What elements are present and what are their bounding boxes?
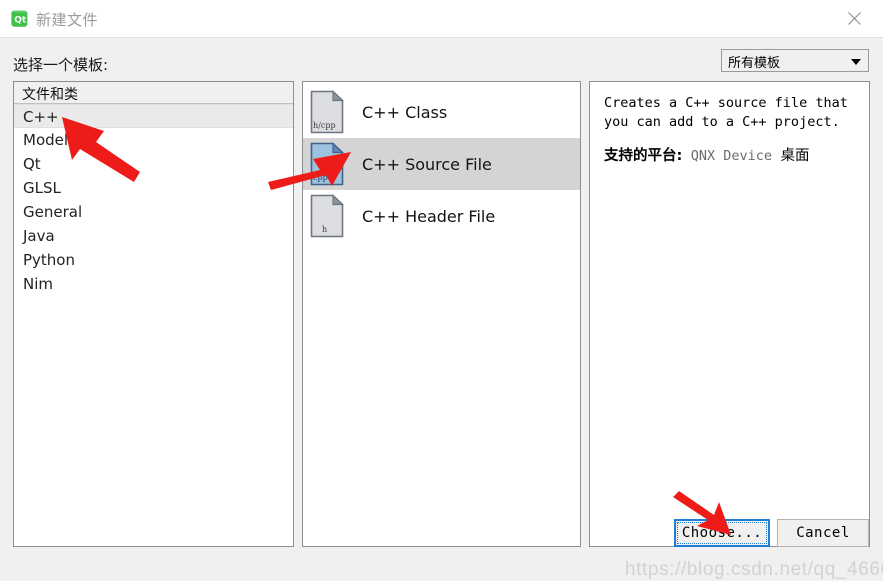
file-icon: h/cpp xyxy=(310,90,344,134)
qt-logo-icon: Qt xyxy=(11,10,28,27)
list-item-cpp-class[interactable]: h/cpp C++ Class xyxy=(303,86,580,138)
window-titlebar: Qt 新建文件 xyxy=(0,0,883,38)
watermark: https://blog.csdn.net/qq_46666395 xyxy=(625,559,883,580)
supported-platforms-row: 支持的平台: QNX Device 桌面 xyxy=(604,146,857,166)
page-title: 选择一个模板: xyxy=(13,56,109,74)
categories-list[interactable]: C++ Modeling Qt GLSL General Java Python… xyxy=(14,104,293,546)
cancel-button[interactable]: Cancel xyxy=(777,519,869,547)
close-icon[interactable] xyxy=(825,0,883,37)
templates-panel: h/cpp C++ Class cpp C++ Source File h C+… xyxy=(302,81,581,547)
description-text: Creates a C++ source file that you can a… xyxy=(604,95,848,130)
file-icon-label: h xyxy=(322,225,327,234)
sidebar-item-qt[interactable]: Qt xyxy=(14,152,293,176)
sidebar-item-cpp[interactable]: C++ xyxy=(14,104,293,128)
list-item-label: C++ Source File xyxy=(362,154,492,174)
svg-text:Qt: Qt xyxy=(14,15,27,25)
platform-qnx-device: QNX Device xyxy=(690,148,773,164)
description-panel: Creates a C++ source file that you can a… xyxy=(589,81,870,547)
sidebar-item-modeling[interactable]: Modeling xyxy=(14,128,293,152)
file-icon-label: h/cpp xyxy=(313,121,336,130)
categories-header: 文件和类 xyxy=(14,82,293,104)
cancel-button-label: Cancel xyxy=(796,525,850,541)
sidebar-item-general[interactable]: General xyxy=(14,200,293,224)
file-icon-label: cpp xyxy=(313,173,328,182)
supported-platforms-label: 支持的平台: xyxy=(604,148,683,164)
sidebar-item-java[interactable]: Java xyxy=(14,224,293,248)
choose-button[interactable]: Choose... xyxy=(674,519,770,547)
file-icon: h xyxy=(310,194,344,238)
platform-desktop: 桌面 xyxy=(780,148,810,164)
list-item-label: C++ Header File xyxy=(362,206,496,226)
window-title: 新建文件 xyxy=(36,11,99,29)
list-item-cpp-header-file[interactable]: h C++ Header File xyxy=(303,190,580,242)
list-item-label: C++ Class xyxy=(362,102,448,122)
templates-list[interactable]: h/cpp C++ Class cpp C++ Source File h C+… xyxy=(303,82,580,546)
choose-button-label: Choose... xyxy=(681,525,763,541)
sidebar-item-nim[interactable]: Nim xyxy=(14,272,293,296)
description-body: Creates a C++ source file that you can a… xyxy=(604,94,857,166)
file-icon: cpp xyxy=(310,142,344,186)
categories-panel: 文件和类 C++ Modeling Qt GLSL General Java P… xyxy=(13,81,294,547)
sidebar-item-python[interactable]: Python xyxy=(14,248,293,272)
dialog-body: 选择一个模板: 所有模板 文件和类 C++ Modeling Qt GLSL G… xyxy=(0,38,883,580)
template-filter-value: 所有模板 xyxy=(728,56,781,71)
chevron-down-icon xyxy=(851,59,861,65)
list-item-cpp-source-file[interactable]: cpp C++ Source File xyxy=(303,138,580,190)
template-filter-combobox[interactable]: 所有模板 xyxy=(721,49,869,72)
sidebar-item-glsl[interactable]: GLSL xyxy=(14,176,293,200)
